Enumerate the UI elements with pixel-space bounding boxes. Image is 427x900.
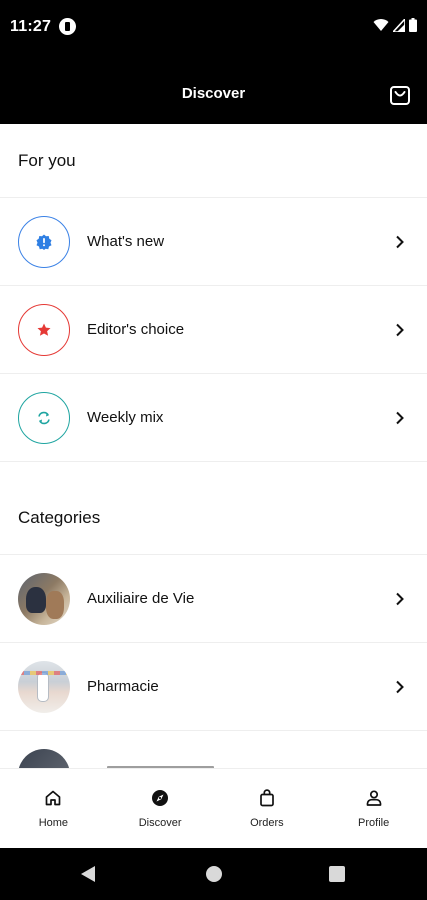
chevron-right-icon <box>396 680 404 693</box>
nav-label: Profile <box>358 817 390 829</box>
whats-new-icon-circle <box>18 215 70 268</box>
bottom-navigation: Home Discover Orders Profile <box>0 768 427 848</box>
weekly-mix-icon-circle <box>18 391 70 444</box>
app-notification-icon <box>59 18 76 35</box>
category-image <box>18 660 70 713</box>
signal-icon <box>393 18 405 32</box>
battery-icon <box>409 18 417 32</box>
nav-item-discover[interactable]: Discover <box>107 769 214 848</box>
person-icon <box>366 790 381 806</box>
category-image <box>18 748 70 768</box>
category-label: Auxiliaire de Vie <box>87 590 195 607</box>
nav-label: Home <box>38 817 69 829</box>
star-icon <box>37 323 51 336</box>
nav-item-orders[interactable]: Orders <box>214 769 321 848</box>
nav-item-profile[interactable]: Profile <box>320 769 427 848</box>
list-item-label: Weekly mix <box>87 409 164 426</box>
page-title: Discover <box>181 85 246 102</box>
section-heading-categories: Categories <box>0 462 427 555</box>
nav-item-home[interactable]: Home <box>0 769 107 848</box>
wifi-icon <box>373 19 389 31</box>
discover-content[interactable]: For you What's new Editor's choice Weekl… <box>0 124 427 768</box>
chevron-right-icon <box>396 235 404 248</box>
status-time: 11:27 <box>10 18 52 35</box>
status-bar: 11:27 <box>0 0 427 56</box>
list-item-label: What's new <box>87 233 165 250</box>
chevron-right-icon <box>396 592 404 605</box>
category-label: Pharmacie <box>87 678 159 695</box>
list-item-weekly-mix[interactable]: Weekly mix <box>0 374 427 462</box>
system-navigation-bar <box>0 848 427 900</box>
category-item-auxiliaire-de-vie[interactable]: Auxiliaire de Vie <box>0 555 427 643</box>
back-icon[interactable] <box>80 865 96 883</box>
home-icon <box>46 790 61 806</box>
category-item-partial[interactable] <box>0 731 427 768</box>
category-item-pharmacie[interactable]: Pharmacie <box>0 643 427 731</box>
alert-badge-icon <box>36 234 52 250</box>
shopping-bag-icon <box>260 789 274 807</box>
refresh-icon <box>38 411 50 424</box>
list-item-label: Editor's choice <box>87 321 185 338</box>
chevron-right-icon <box>396 411 404 424</box>
list-item-whats-new[interactable]: What's new <box>0 198 427 286</box>
chevron-right-icon <box>396 323 404 336</box>
section-heading-for-you: For you <box>0 124 427 198</box>
recents-icon[interactable] <box>329 866 345 882</box>
category-image <box>18 572 70 625</box>
nav-label: Orders <box>250 817 284 829</box>
system-icons <box>373 18 417 32</box>
nav-label: Discover <box>138 817 182 829</box>
editors-choice-icon-circle <box>18 303 70 356</box>
app-bar: Discover <box>0 56 427 124</box>
compass-icon <box>152 790 169 806</box>
cart-icon[interactable] <box>389 84 411 106</box>
home-button-icon[interactable] <box>206 866 222 882</box>
list-item-editors-choice[interactable]: Editor's choice <box>0 286 427 374</box>
